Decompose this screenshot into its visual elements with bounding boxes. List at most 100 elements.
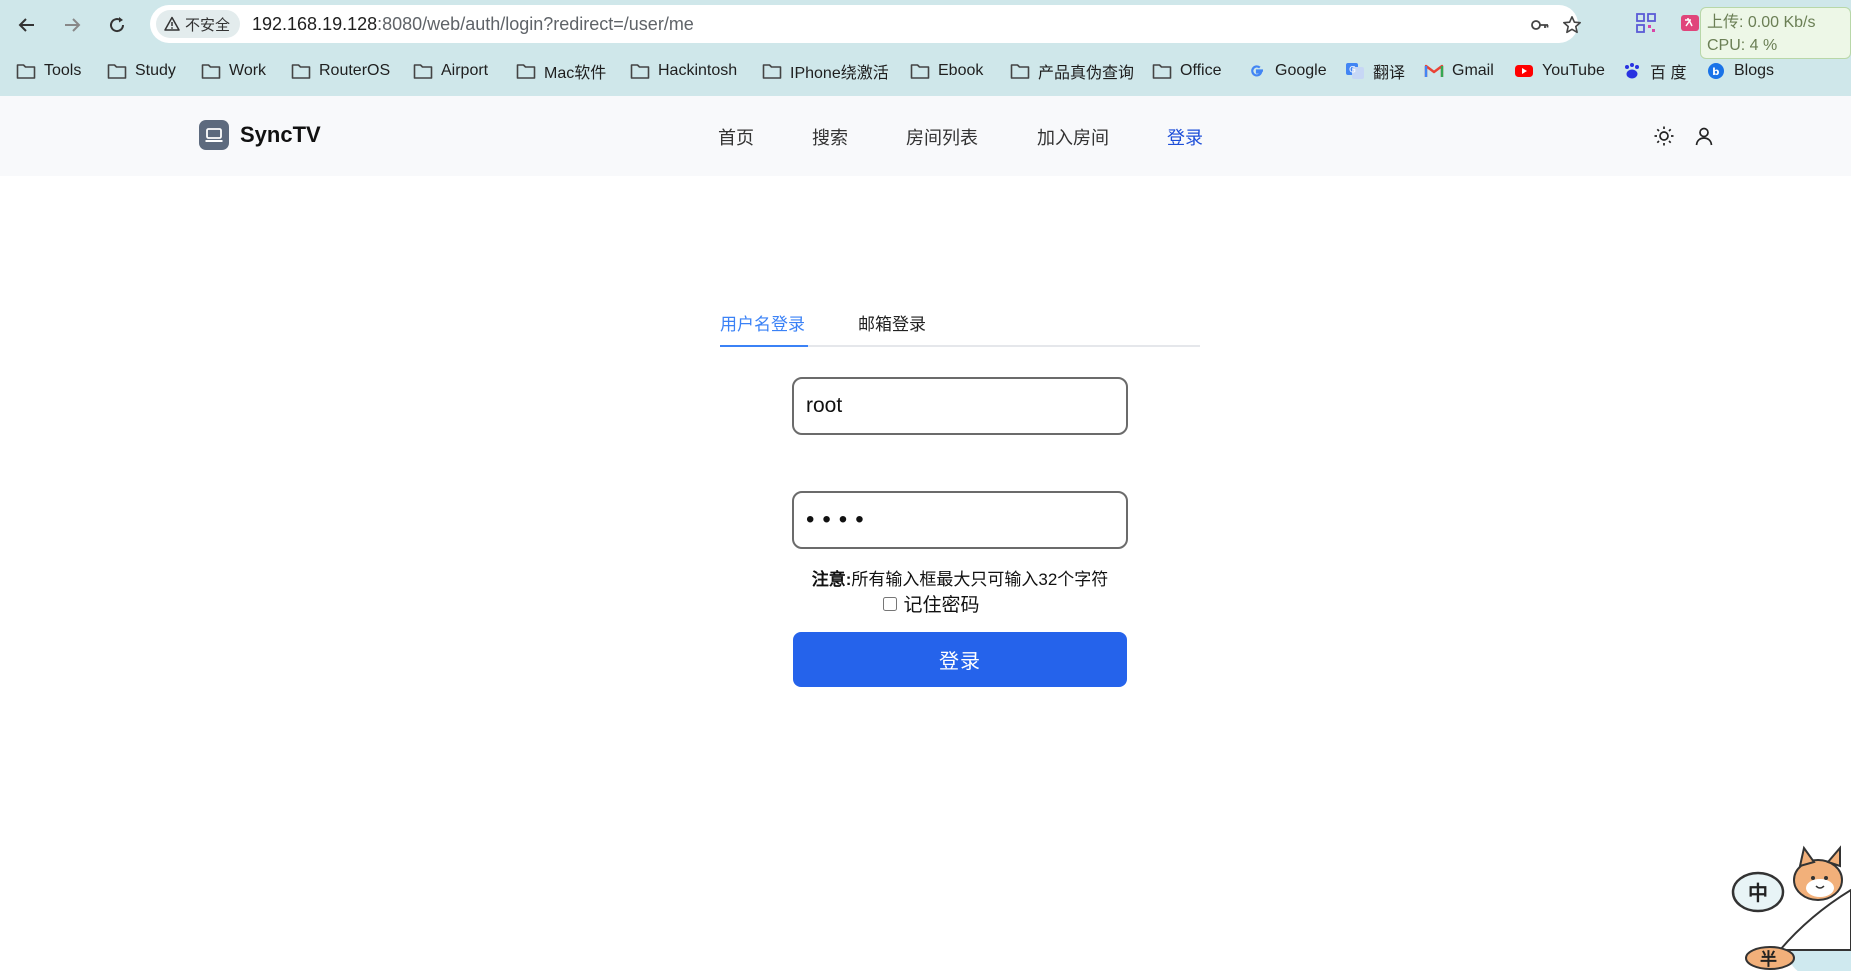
folder-icon (291, 62, 311, 80)
upload-speed: 上传: 0.00 Kb/s (1707, 14, 1816, 31)
url-host: 192.168.19.128 (252, 14, 378, 34)
security-label: 不安全 (185, 16, 231, 34)
username-input[interactable] (794, 379, 1126, 433)
bookmark-label: Airport (441, 62, 489, 79)
folder-icon (107, 62, 127, 80)
star-icon[interactable] (1561, 14, 1583, 36)
password-key-icon[interactable] (1529, 14, 1551, 36)
bookmark-youtube[interactable]: YouTube (1514, 60, 1605, 82)
nav-home[interactable]: 首页 (718, 124, 754, 150)
browser-chrome: 不安全 192.168.19.128:8080/web/auth/login?r… (0, 0, 1851, 96)
login-submit-button[interactable]: 登录 (793, 632, 1127, 687)
bookmark-baidu[interactable]: 百 度 (1622, 60, 1686, 82)
bookmark-label: Work (229, 62, 267, 79)
security-chip[interactable]: 不安全 (156, 10, 241, 38)
folder-icon (16, 62, 36, 80)
bookmark-label: Office (1180, 62, 1222, 79)
folder-icon (1152, 62, 1172, 80)
folder-icon (516, 62, 536, 80)
arrow-right-icon (65, 18, 81, 32)
google-icon (1247, 62, 1267, 80)
bookmark-blogs[interactable]: b Blogs (1706, 60, 1774, 82)
note-label: 注意: (811, 570, 852, 589)
bookmark-translate[interactable]: G 翻译 (1345, 60, 1405, 82)
bookmark-mac-software[interactable]: Mac软件 (516, 60, 606, 82)
mascot-image: 中 半 (1731, 845, 1851, 971)
folder-icon (413, 62, 433, 80)
folder-icon (201, 62, 221, 80)
nav-join-room[interactable]: 加入房间 (1037, 124, 1109, 150)
bookmark-product-check[interactable]: 产品真伪查询 (1010, 60, 1134, 82)
mascot-badge-bottom: 半 (1760, 949, 1777, 970)
blogs-icon: b (1706, 62, 1726, 80)
warning-icon (164, 16, 180, 31)
bookmark-hackintosh[interactable]: Hackintosh (630, 60, 737, 82)
bookmark-ebook[interactable]: Ebook (910, 60, 983, 82)
active-tab-indicator (720, 345, 808, 347)
folder-icon (1010, 62, 1030, 80)
reload-button[interactable] (102, 10, 132, 40)
username-field[interactable] (792, 377, 1128, 435)
folder-icon (910, 62, 930, 80)
bookmark-tools[interactable]: Tools (16, 60, 81, 82)
password-input[interactable] (794, 493, 1126, 547)
remember-row: 记住密码 (0, 590, 1851, 617)
bookmark-label: Blogs (1734, 62, 1775, 79)
bookmark-label: 翻译 (1373, 65, 1406, 82)
gmail-icon (1424, 62, 1444, 80)
bookmark-study[interactable]: Study (107, 60, 176, 82)
tab-username-login[interactable]: 用户名登录 (720, 310, 805, 335)
address-bar[interactable]: 不安全 192.168.19.128:8080/web/auth/login?r… (150, 5, 1581, 43)
bookmarks-bar: Tools Study Work RouterOS Airport Mac软件 … (0, 52, 1851, 88)
bookmark-label: Hackintosh (658, 62, 738, 79)
remember-checkbox[interactable] (883, 596, 898, 611)
bookmark-label: Study (135, 62, 176, 79)
app-header: SyncTV 首页 搜索 房间列表 加入房间 登录 (0, 96, 1851, 176)
remember-label: 记住密码 (903, 595, 980, 616)
bookmark-label: Ebook (938, 62, 984, 79)
mascot-badge-top: 中 (1748, 881, 1768, 905)
bookmark-label: 产品真伪查询 (1038, 65, 1135, 82)
note-text: 所有输入框最大只可输入32个字符 (851, 570, 1109, 589)
user-icon[interactable] (1691, 123, 1717, 149)
translate-icon: G (1345, 62, 1365, 80)
youtube-icon (1514, 62, 1534, 80)
tab-email-login[interactable]: 邮箱登录 (858, 310, 926, 335)
svg-text:b: b (1712, 67, 1719, 78)
bookmark-office[interactable]: Office (1152, 60, 1222, 82)
login-tabs: 用户名登录 邮箱登录 (720, 305, 1200, 347)
bookmark-label: IPhone绕激活 (790, 65, 889, 82)
bookmark-label: 百 度 (1650, 65, 1687, 82)
bookmark-label: Gmail (1452, 62, 1494, 79)
url-path: :8080/web/auth/login?redirect=/user/me (377, 14, 694, 34)
folder-icon (762, 62, 782, 80)
back-button[interactable] (12, 10, 42, 40)
bookmark-label: YouTube (1542, 62, 1605, 79)
bookmark-label: Tools (44, 62, 82, 79)
nav-room-list[interactable]: 房间列表 (906, 124, 978, 150)
baidu-icon (1622, 62, 1642, 80)
bookmark-work[interactable]: Work (201, 60, 266, 82)
bookmark-gmail[interactable]: Gmail (1424, 60, 1494, 82)
input-limit-note: 注意:所有输入框最大只可输入32个字符 (720, 565, 1200, 590)
remember-password[interactable]: 记住密码 (883, 590, 980, 617)
qr-extension-icon[interactable] (1633, 10, 1659, 36)
theme-toggle-sun-icon[interactable] (1651, 123, 1677, 149)
bookmark-label: Mac软件 (544, 65, 607, 82)
main-nav: 首页 搜索 房间列表 加入房间 登录 (0, 124, 1851, 148)
bookmark-iphone-activation[interactable]: IPhone绕激活 (762, 60, 889, 82)
forward-button[interactable] (57, 10, 87, 40)
reload-icon (110, 17, 125, 33)
folder-icon (630, 62, 650, 80)
bookmark-airport[interactable]: Airport (413, 60, 488, 82)
bookmark-label: RouterOS (319, 62, 391, 79)
bookmark-google[interactable]: Google (1247, 60, 1327, 82)
nav-login[interactable]: 登录 (1167, 124, 1203, 150)
url-text[interactable]: 192.168.19.128:8080/web/auth/login?redir… (252, 14, 694, 35)
nav-search[interactable]: 搜索 (812, 124, 848, 150)
password-field[interactable] (792, 491, 1128, 549)
bookmark-routeros[interactable]: RouterOS (291, 60, 390, 82)
arrow-left-icon (18, 18, 34, 32)
bookmark-label: Google (1275, 62, 1327, 79)
browser-toolbar: 不安全 192.168.19.128:8080/web/auth/login?r… (0, 0, 1851, 59)
